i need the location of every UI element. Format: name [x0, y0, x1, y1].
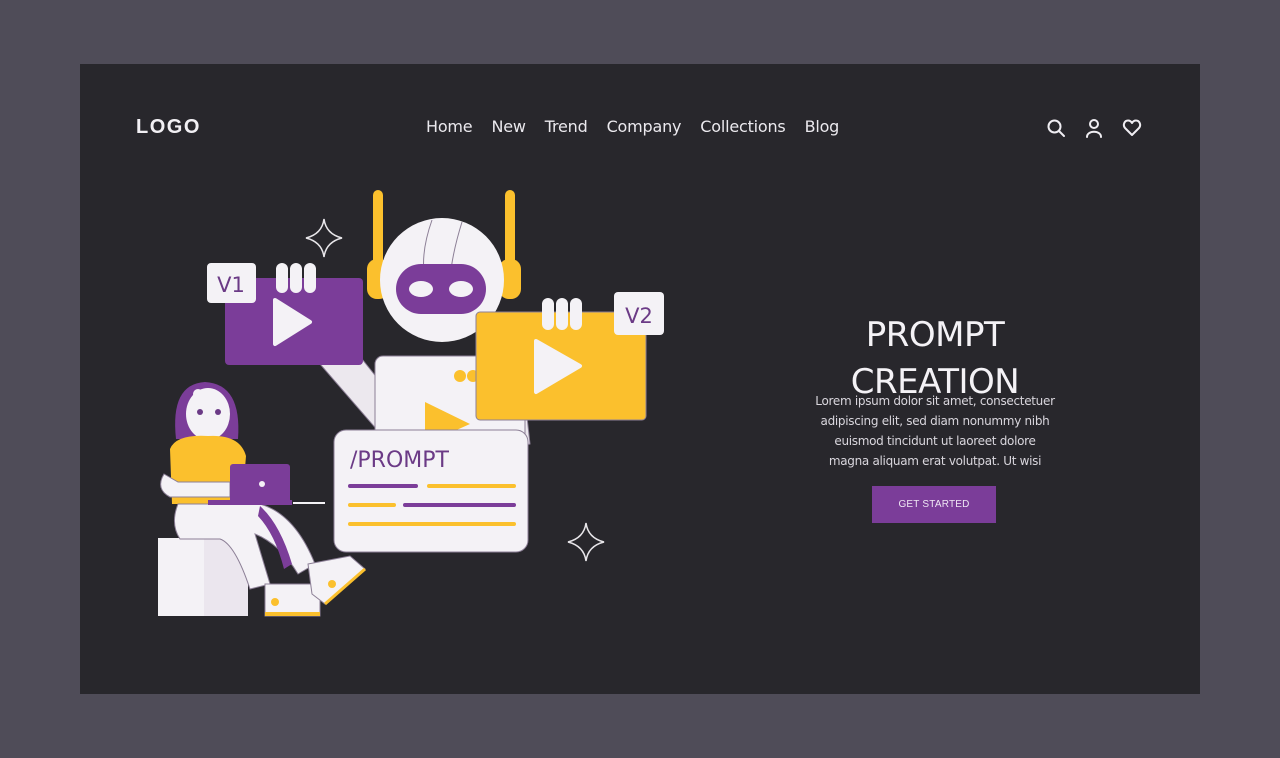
v2-label: V2	[625, 304, 653, 328]
landing-panel: LOGO Home New Trend Company Collections …	[80, 64, 1200, 694]
get-started-button[interactable]: GET STARTED	[872, 486, 996, 523]
sparkle-icon	[567, 522, 605, 562]
hero-description: Lorem ipsum dolor sit amet, consectetuer…	[815, 394, 1055, 468]
prompt-label: /PROMPT	[350, 448, 450, 473]
sparkle-icon	[305, 218, 343, 258]
v1-label: V1	[217, 273, 245, 297]
